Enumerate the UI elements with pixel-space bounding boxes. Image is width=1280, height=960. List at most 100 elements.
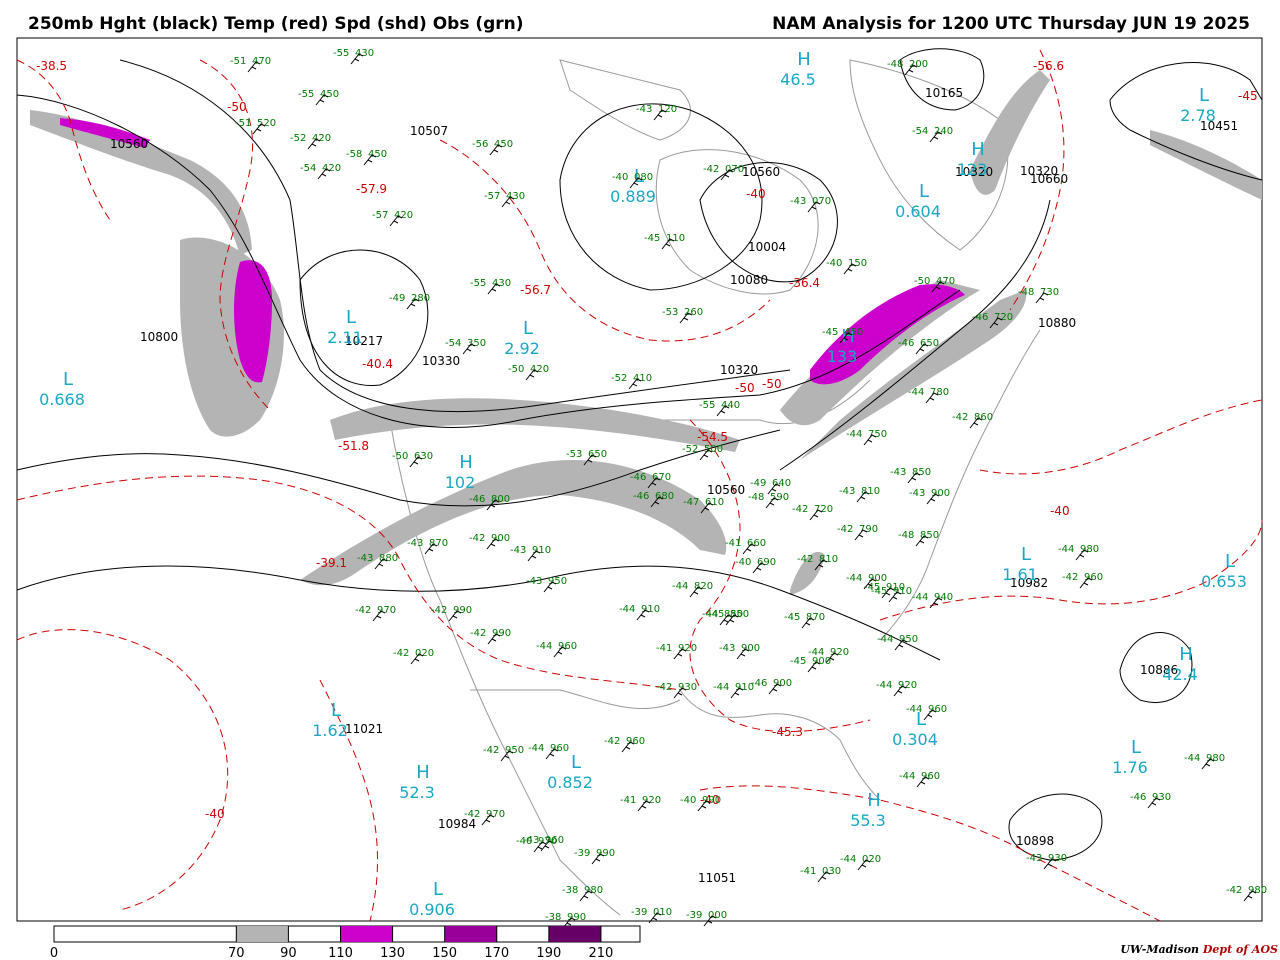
obs-temperature: -44 (536, 641, 552, 652)
obs-temperature: -40 (826, 258, 842, 269)
temperature-label: -40 (205, 807, 225, 821)
obs-height: 900 (491, 533, 510, 544)
obs-temperature: -43 (526, 576, 542, 587)
obs-temperature: -46 (633, 491, 649, 502)
isotach-center-value: 0.906 (409, 900, 455, 919)
obs-temperature: -50 (508, 364, 524, 375)
isotach-center-value: 0.852 (547, 773, 593, 792)
obs-height: 920 (678, 643, 697, 654)
obs-temperature: -42 (792, 504, 808, 515)
obs-temperature: -45 (784, 612, 800, 623)
obs-temperature: -40 (516, 836, 532, 847)
obs-height: 750 (868, 429, 887, 440)
obs-height: 990 (492, 628, 511, 639)
obs-temperature: -44 (877, 634, 893, 645)
isotach-center-value: 1.76 (1112, 758, 1148, 777)
obs-temperature: -44 (899, 771, 915, 782)
obs-temperature: -46 (469, 494, 485, 505)
obs-height: 910 (532, 545, 551, 556)
obs-height: 900 (931, 488, 950, 499)
obs-temperature: -44 (1058, 544, 1074, 555)
obs-temperature: -58 (346, 149, 362, 160)
obs-height: 930 (678, 682, 697, 693)
isotach-center-letter: L (346, 307, 356, 328)
isotach-center-value: 2.11 (327, 328, 363, 347)
obs-temperature: -43 (719, 643, 735, 654)
obs-height: 980 (584, 885, 603, 896)
obs-temperature: -42 (837, 524, 853, 535)
obs-height: 430 (355, 48, 374, 59)
obs-height: 420 (312, 133, 331, 144)
temperature-label: -54.5 (697, 430, 728, 444)
obs-temperature: -45 (822, 327, 838, 338)
obs-temperature: -44 (846, 429, 862, 440)
obs-height: 520 (257, 118, 276, 129)
isotach-center-letter: L (571, 752, 581, 773)
obs-temperature: -43 (790, 196, 806, 207)
obs-temperature: -53 (566, 449, 582, 460)
obs-height: 790 (859, 524, 878, 535)
obs-height: 020 (862, 854, 881, 865)
temperature-label: -50 (227, 100, 247, 114)
obs-temperature: -44 (840, 854, 856, 865)
isotach-center-letter: H (867, 790, 881, 811)
obs-height: 070 (812, 196, 831, 207)
obs-height: 470 (936, 276, 955, 287)
obs-temperature: -43 (510, 545, 526, 556)
obs-temperature: -42 (1062, 572, 1078, 583)
obs-temperature: -57 (484, 191, 500, 202)
isotach-center-letter: H (797, 49, 811, 70)
obs-temperature: -43 (636, 104, 652, 115)
legend-tick-label: 90 (280, 946, 297, 960)
obs-temperature: -56 (472, 139, 488, 150)
obs-temperature: -46 (630, 472, 646, 483)
obs-temperature: -48 (1018, 287, 1034, 298)
obs-height: 590 (770, 492, 789, 503)
isotach-center-letter: L (1199, 85, 1209, 106)
obs-temperature: -43 (890, 467, 906, 478)
obs-height: 720 (994, 312, 1013, 323)
obs-temperature: -43 (357, 553, 373, 564)
obs-height: 900 (868, 573, 887, 584)
obs-temperature: -42 (604, 736, 620, 747)
credit-org: UW-Madison (1120, 943, 1200, 956)
obs-temperature: -44 (672, 581, 688, 592)
isotach-center-letter: L (331, 700, 341, 721)
obs-height: 910 (893, 586, 912, 597)
obs-temperature: -44 (908, 387, 924, 398)
isotach-center-value: 102 (445, 473, 476, 492)
obs-height: 030 (822, 866, 841, 877)
obs-temperature: -42 (470, 628, 486, 639)
obs-height: 850 (730, 609, 749, 620)
obs-height: 990 (702, 795, 721, 806)
height-label: 10004 (748, 240, 786, 254)
isotach-center-letter: L (523, 318, 533, 339)
obs-height: 500 (704, 444, 723, 455)
obs-height: 110 (666, 233, 685, 244)
obs-temperature: -51 (235, 118, 251, 129)
obs-temperature: -44 (528, 743, 544, 754)
obs-height: 940 (934, 592, 953, 603)
obs-height: 080 (634, 172, 653, 183)
isotach-center-value: 0.304 (892, 730, 938, 749)
temperature-label: -56.6 (1033, 59, 1064, 73)
obs-height: 420 (394, 210, 413, 221)
obs-height: 020 (415, 648, 434, 659)
weather-map: 10800 10217103301032010080100041032010560… (16, 37, 1267, 960)
obs-temperature: -55 (298, 89, 314, 100)
obs-temperature: -57 (372, 210, 388, 221)
obs-temperature: -44 (713, 682, 729, 693)
isotach-center-value: 133 (827, 347, 858, 366)
isotach-center-value: 42.4 (1162, 665, 1198, 684)
obs-height: 780 (930, 387, 949, 398)
isotach-center-letter: L (919, 181, 929, 202)
obs-temperature: -40 (680, 795, 696, 806)
obs-height: 200 (909, 59, 928, 70)
obs-height: 920 (830, 647, 849, 658)
temperature-label: -40 (746, 187, 766, 201)
isotach-center-letter: L (1021, 544, 1031, 565)
isotach-center-value: 0.668 (39, 390, 85, 409)
obs-height: 900 (741, 643, 760, 654)
height-label: 10560 (707, 483, 745, 497)
height-label: 10320 (720, 363, 758, 377)
